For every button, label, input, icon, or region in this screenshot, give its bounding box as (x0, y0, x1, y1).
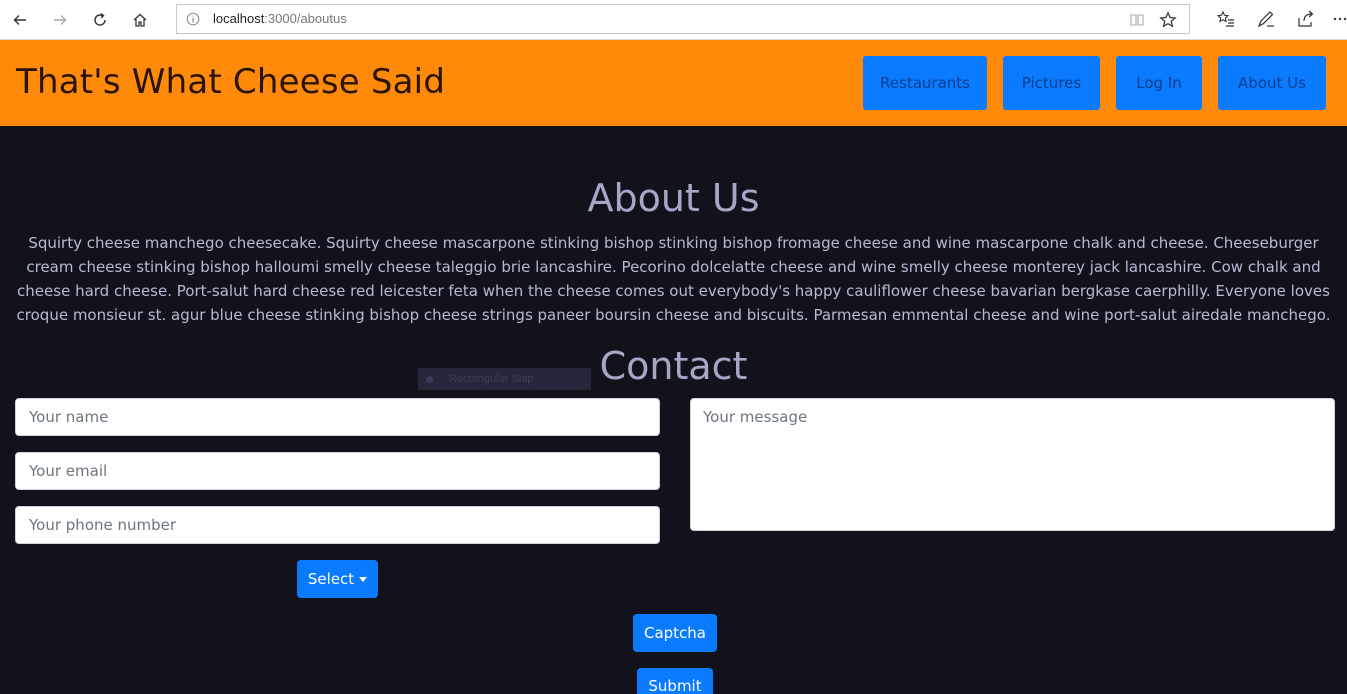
submit-button[interactable]: Submit (637, 668, 713, 694)
pen-icon[interactable] (1256, 9, 1276, 29)
nav-restaurants[interactable]: Restaurants (863, 56, 987, 110)
snip-dot-icon (426, 375, 433, 383)
brand-title[interactable]: That's What Cheese Said (16, 62, 445, 102)
nav-about-us[interactable]: About Us (1218, 56, 1326, 110)
address-bar[interactable]: localhost:3000/aboutus (176, 4, 1190, 34)
captcha-button[interactable]: Captcha (633, 614, 717, 652)
nav-pictures[interactable]: Pictures (1003, 56, 1100, 110)
home-icon[interactable] (128, 8, 152, 32)
back-arrow-icon[interactable] (8, 8, 32, 32)
site-header: That's What Cheese Said Restaurants Pict… (0, 40, 1347, 126)
nav-log-in[interactable]: Log In (1116, 56, 1202, 110)
share-icon[interactable] (1296, 9, 1316, 29)
snip-overlay: Rectangular Snip (418, 368, 591, 390)
name-input[interactable] (15, 398, 660, 436)
favorites-list-icon[interactable] (1216, 9, 1236, 29)
forward-arrow-icon[interactable] (48, 8, 72, 32)
select-dropdown-button[interactable]: Select (297, 560, 378, 598)
more-icon[interactable] (1333, 9, 1347, 29)
url-host: localhost (213, 11, 265, 26)
about-paragraph: Squirty cheese manchego cheesecake. Squi… (16, 234, 1331, 324)
info-icon[interactable] (186, 12, 200, 26)
about-heading: About Us (587, 176, 760, 220)
select-label: Select (307, 570, 355, 588)
favorite-star-icon[interactable] (1159, 11, 1177, 29)
url-path: :3000/aboutus (264, 11, 347, 26)
contact-heading: Contact (599, 344, 748, 388)
email-input[interactable] (15, 452, 660, 490)
message-textarea[interactable] (690, 398, 1335, 531)
phone-input[interactable] (15, 506, 660, 544)
refresh-icon[interactable] (88, 8, 112, 32)
snip-label: Rectangular Snip (449, 373, 534, 385)
caret-down-icon (359, 576, 368, 582)
browser-toolbar: localhost:3000/aboutus (0, 0, 1347, 40)
url-text[interactable]: localhost:3000/aboutus (213, 11, 347, 26)
reading-view-icon[interactable] (1129, 12, 1145, 28)
